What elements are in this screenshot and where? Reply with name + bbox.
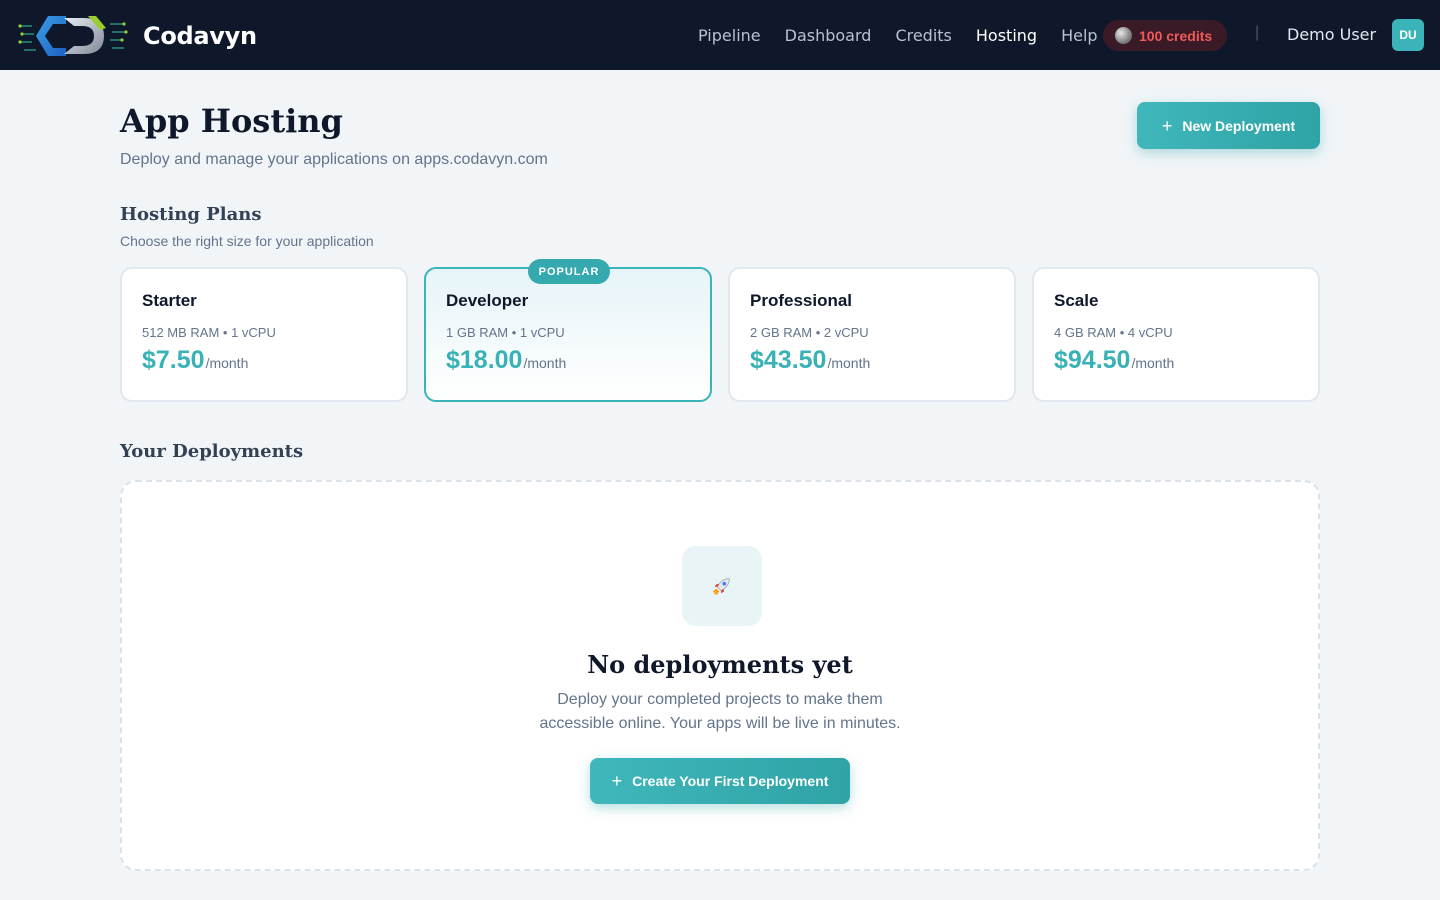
rocket-icon <box>682 546 762 626</box>
plan-spec: 2 GB RAM • 2 vCPU <box>750 325 869 340</box>
plan-price-row: $94.50 /month <box>1054 346 1298 375</box>
codavyn-logo-icon <box>18 16 128 56</box>
plan-price-unit: /month <box>1131 355 1175 371</box>
nav-dashboard[interactable]: Dashboard <box>785 26 872 45</box>
plan-card-professional[interactable]: Professional 2 GB RAM • 2 vCPU $43.50 /m… <box>728 267 1016 402</box>
new-deployment-label: New Deployment <box>1182 117 1296 134</box>
plan-price-unit: /month <box>523 355 567 371</box>
plan-price: $94.50 <box>1054 346 1131 374</box>
plan-card-scale[interactable]: Scale 4 GB RAM • 4 vCPU $94.50 /month <box>1032 267 1320 402</box>
nav-help[interactable]: Help <box>1061 26 1097 45</box>
credits-balance-pill[interactable]: 100 credits <box>1103 20 1227 51</box>
plus-icon: + <box>1161 115 1173 136</box>
nav-pipeline[interactable]: Pipeline <box>698 26 761 45</box>
plan-price: $43.50 <box>750 346 827 374</box>
plus-icon: + <box>611 771 623 791</box>
plan-price: $18.00 <box>446 346 523 374</box>
user-avatar[interactable]: DU <box>1392 19 1424 51</box>
top-navbar: Codavyn Pipeline Dashboard Credits Hosti… <box>0 0 1440 70</box>
credits-balance-label: 100 credits <box>1139 27 1213 44</box>
deployments-title: Your Deployments <box>120 441 304 462</box>
page-subtitle: Deploy and manage your applications on a… <box>120 151 548 168</box>
plan-spec: 4 GB RAM • 4 vCPU <box>1054 325 1173 340</box>
plan-card-starter[interactable]: Starter 512 MB RAM • 1 vCPU $7.50 /month <box>120 267 408 402</box>
plan-spec: 1 GB RAM • 1 vCPU <box>446 325 565 340</box>
plan-price-unit: /month <box>205 355 249 371</box>
nav-credits[interactable]: Credits <box>895 26 951 45</box>
main-nav: Pipeline Dashboard Credits Hosting Help <box>698 0 1122 70</box>
plan-name: Starter <box>142 291 197 310</box>
empty-state-description: Deploy your completed projects to make t… <box>539 691 901 732</box>
plan-price: $7.50 <box>142 346 205 374</box>
deployments-empty-state: No deployments yet Deploy your completed… <box>120 480 1320 871</box>
plan-price-row: $18.00 /month <box>446 346 690 375</box>
popular-badge: POPULAR <box>528 259 610 284</box>
plan-price-row: $7.50 /month <box>142 346 386 375</box>
nav-hosting[interactable]: Hosting <box>976 26 1037 45</box>
brand[interactable]: Codavyn <box>18 12 257 60</box>
plan-price-row: $43.50 /month <box>750 346 994 375</box>
hosting-plans-title: Hosting Plans <box>120 204 262 225</box>
new-deployment-button[interactable]: + New Deployment <box>1137 102 1320 149</box>
rocket-glyph <box>713 578 730 595</box>
page-title: App Hosting <box>120 102 343 140</box>
nav-separator: | <box>1255 24 1260 41</box>
hosting-plans-subtitle: Choose the right size for your applicati… <box>120 233 374 249</box>
empty-state-title: No deployments yet <box>587 650 853 679</box>
user-name[interactable]: Demo User <box>1287 25 1376 44</box>
plan-name: Scale <box>1054 291 1099 310</box>
coin-icon <box>1115 27 1132 44</box>
plan-price-unit: /month <box>827 355 871 371</box>
plan-spec: 512 MB RAM • 1 vCPU <box>142 325 276 340</box>
plan-card-developer[interactable]: POPULAR Developer 1 GB RAM • 1 vCPU $18.… <box>424 259 712 402</box>
create-first-deployment-label: Create Your First Deployment <box>632 773 829 789</box>
create-first-deployment-button[interactable]: + Create Your First Deployment <box>590 758 850 804</box>
plan-name: Developer <box>446 291 529 310</box>
brand-name[interactable]: Codavyn <box>143 22 257 50</box>
plan-name: Professional <box>750 291 853 310</box>
